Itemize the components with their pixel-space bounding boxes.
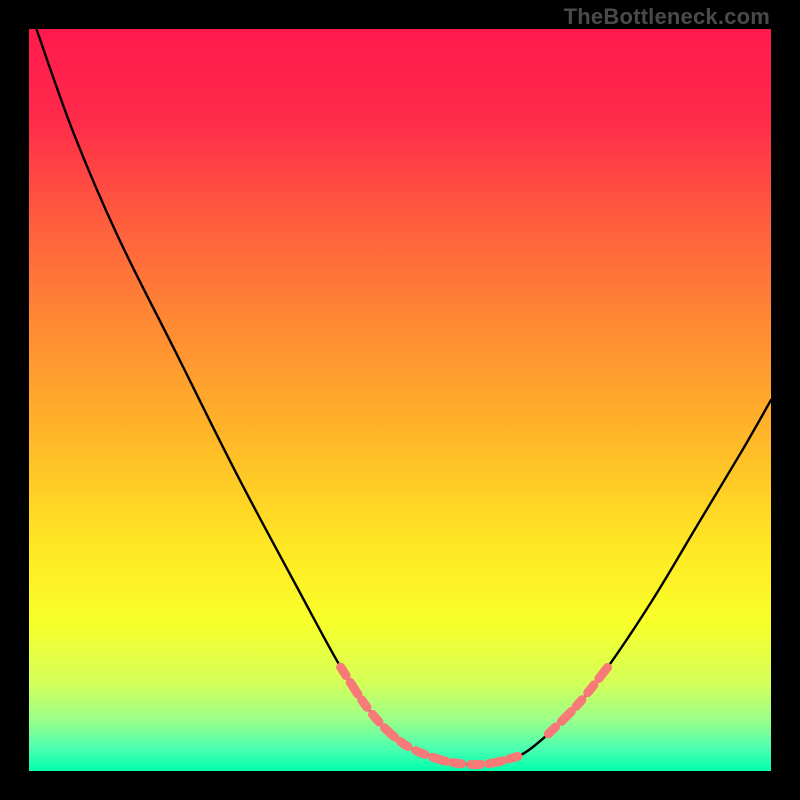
attribution-label: TheBottleneck.com	[564, 4, 770, 30]
gradient-background	[29, 29, 771, 771]
chart-area	[29, 29, 771, 771]
